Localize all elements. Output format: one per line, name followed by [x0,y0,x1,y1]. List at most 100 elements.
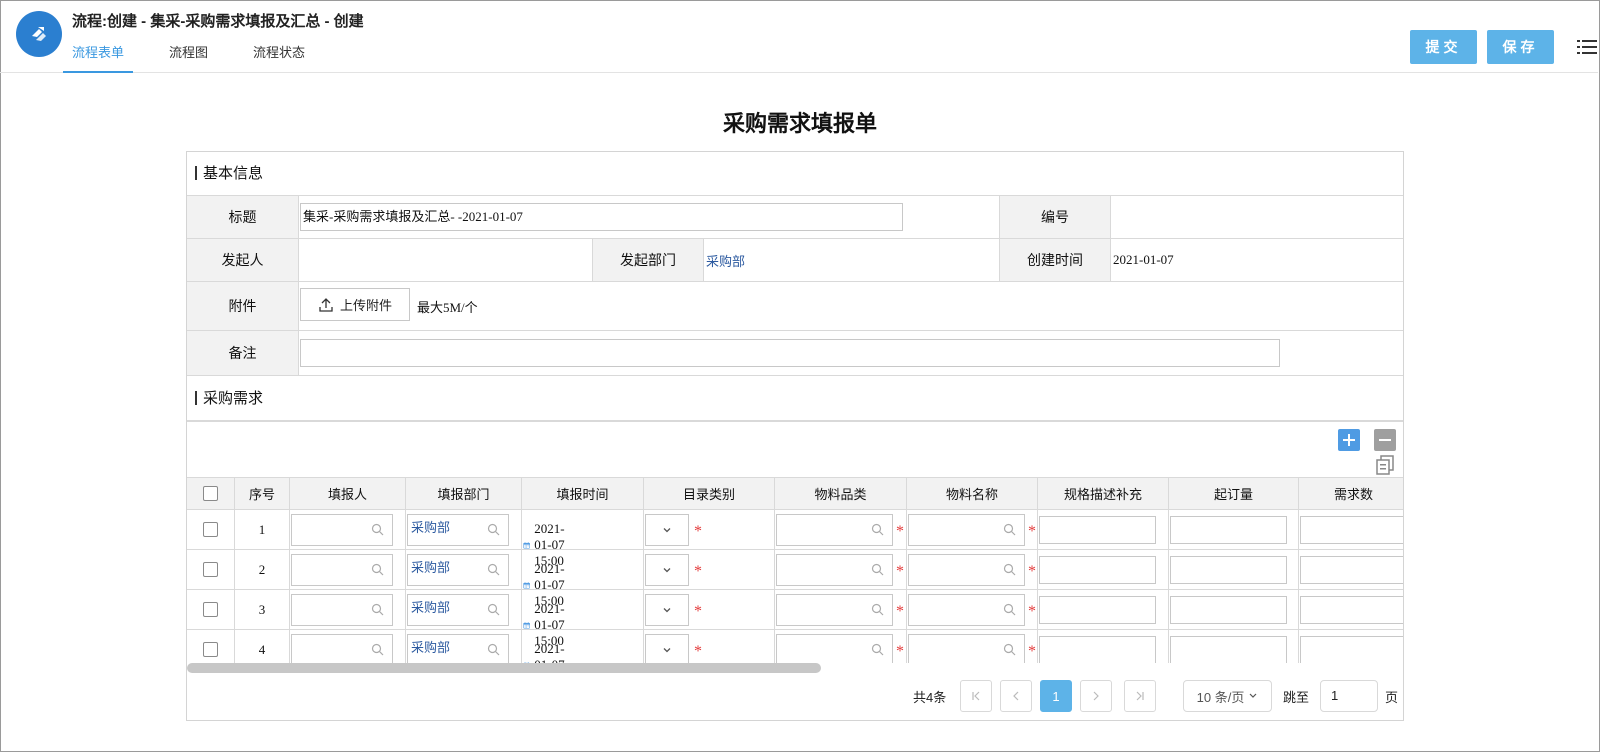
demand-qty-input[interactable] [1300,596,1403,624]
material-category-input[interactable] [776,514,893,546]
material-category-input[interactable] [776,594,893,626]
min-order-input[interactable] [1170,596,1287,624]
required-mark: * [896,603,904,620]
dept-input[interactable]: 采购部 [407,634,509,663]
catalog-select[interactable] [645,594,689,626]
required-mark: * [1028,603,1036,620]
save-button[interactable]: 保存 [1487,30,1554,64]
row-index: 1 [235,510,290,550]
dept-input[interactable]: 采购部 [407,594,509,626]
page-current-button[interactable]: 1 [1040,680,1072,712]
material-name-input[interactable] [908,554,1025,586]
search-icon [871,523,884,541]
dept-label: 发起部门 [592,239,704,281]
tab-process-form[interactable]: 流程表单 [63,42,134,73]
row-checkbox[interactable] [203,602,218,617]
search-icon [371,603,384,621]
search-icon [871,603,884,621]
page-title: 流程:创建 - 集采-采购需求填报及汇总 - 创建 [72,13,364,30]
required-mark: * [896,523,904,540]
min-order-input[interactable] [1170,556,1287,584]
dept-text: 采购部 [411,520,451,535]
required-mark: * [1028,523,1036,540]
min-order-input[interactable] [1170,636,1287,663]
tab-process-diagram[interactable]: 流程图 [160,42,217,73]
dept-input[interactable]: 采购部 [407,554,509,586]
material-name-input[interactable] [908,634,1025,663]
title-input[interactable]: 集采-采购需求填报及汇总- -2021-01-07 [300,203,903,231]
last-page-icon[interactable] [1124,680,1156,712]
required-mark: * [694,523,702,540]
chevron-down-icon [663,648,671,653]
dept-input[interactable]: 采购部 [407,514,509,546]
catalog-select[interactable] [645,554,689,586]
section-basic-info: 基本信息 [187,152,1403,196]
required-mark: * [694,563,702,580]
material-category-input[interactable] [776,554,893,586]
created-value: 2021-01-07 [1113,252,1174,267]
first-page-icon[interactable] [960,680,992,712]
material-category-input[interactable] [776,634,893,663]
title-row: 标题 集采-采购需求填报及汇总- -2021-01-07 编号 [187,196,1403,239]
search-icon [371,563,384,581]
add-row-icon[interactable] [1338,429,1360,451]
app-header: 流程:创建 - 集采-采购需求填报及汇总 - 创建 流程表单 流程图 流程状态 … [0,0,1598,73]
remove-row-icon[interactable] [1374,429,1396,451]
row-index: 2 [235,550,290,590]
page-size-select[interactable]: 10 条/页 [1183,680,1272,712]
upload-hint: 最大5M/个 [417,299,478,315]
spec-input[interactable] [1039,636,1156,663]
search-icon [871,643,884,661]
next-page-icon[interactable] [1080,680,1112,712]
remark-input[interactable] [300,339,1280,367]
spec-input[interactable] [1039,596,1156,624]
search-icon [487,603,500,621]
required-mark: * [896,563,904,580]
chevron-down-icon [663,608,671,613]
reporter-input[interactable] [291,514,393,546]
spec-input[interactable] [1039,556,1156,584]
select-all-checkbox[interactable] [203,486,218,501]
required-mark: * [896,643,904,660]
reporter-input[interactable] [291,554,393,586]
demand-qty-input[interactable] [1300,636,1403,663]
material-name-input[interactable] [908,514,1025,546]
prev-page-icon[interactable] [1000,680,1032,712]
column-header-spec: 规格描述补充 [1038,478,1169,510]
catalog-select[interactable] [645,634,689,663]
demand-table: 序号 填报人 填报部门 填报时间 目录类别 物料品类 物料名称 规格描述补充 起订量 需求数 1 采购… [187,477,1403,663]
list-menu-icon[interactable] [1577,37,1597,57]
column-header-time: 填报时间 [522,478,644,510]
purchase-form: 基本信息 标题 集采-采购需求填报及汇总- -2021-01-07 编号 发起人… [186,151,1404,721]
section-bar [195,166,197,180]
material-name-input[interactable] [908,594,1025,626]
jump-page-input[interactable]: 1 [1320,680,1378,712]
search-icon [487,523,500,541]
report-time[interactable]: 2021-01-07 15:00 [523,641,574,663]
copy-row-icon[interactable] [1374,454,1396,476]
upload-attachment-button[interactable]: 上传附件 [300,288,410,321]
row-checkbox[interactable] [203,522,218,537]
horizontal-scrollbar[interactable] [187,663,821,673]
demand-qty-input[interactable] [1300,516,1403,544]
row-checkbox-cell [187,510,235,550]
min-order-input[interactable] [1170,516,1287,544]
dept-value: 采购部 [706,253,746,269]
spec-input[interactable] [1039,516,1156,544]
search-icon [871,563,884,581]
number-label: 编号 [999,196,1111,238]
chevron-down-icon [663,568,671,573]
submit-button[interactable]: 提交 [1410,30,1477,64]
reporter-input[interactable] [291,594,393,626]
column-header-catalog: 目录类别 [644,478,775,510]
tab-process-status[interactable]: 流程状态 [244,42,314,73]
search-icon [487,563,500,581]
report-time-text: 2021-01-07 15:00 [534,641,565,663]
demand-qty-input[interactable] [1300,556,1403,584]
row-index: 3 [235,590,290,630]
row-checkbox[interactable] [203,642,218,657]
reporter-input[interactable] [291,634,393,663]
row-checkbox[interactable] [203,562,218,577]
jump-label: 跳至 [1283,690,1310,705]
catalog-select[interactable] [645,514,689,546]
